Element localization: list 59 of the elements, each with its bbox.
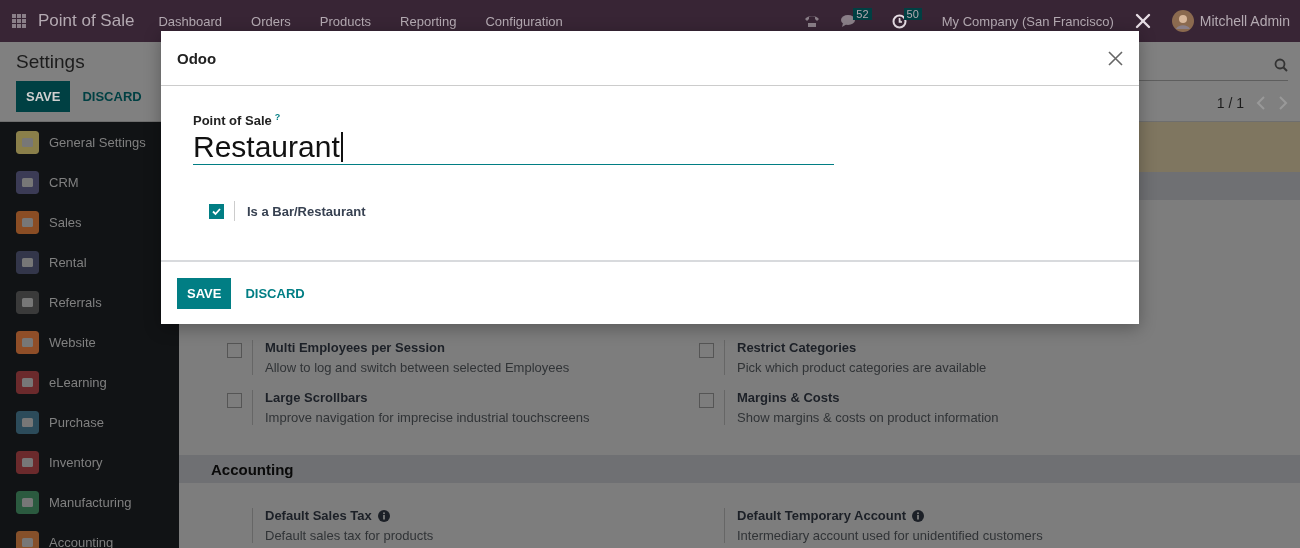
discard-button[interactable]: DISCARD (235, 278, 315, 309)
setting-description: Show margins & costs on product information (737, 410, 999, 425)
chat-icon[interactable] (840, 14, 857, 28)
menu-item[interactable]: Reporting (400, 13, 457, 29)
help-tooltip[interactable]: ? (274, 112, 281, 122)
sidebar-item[interactable]: Purchase (0, 402, 179, 442)
dialog-title: Odoo (177, 49, 217, 67)
clock-icon[interactable] (891, 13, 907, 29)
menu-item[interactable]: Dashboard (158, 13, 222, 29)
checkbox[interactable] (227, 343, 242, 358)
section-title: Accounting (211, 460, 294, 478)
menu-item[interactable]: Configuration (485, 13, 563, 29)
setting-description: Default sales tax for products (265, 528, 434, 543)
setting-title: Default Sales Tax (265, 508, 372, 523)
tools-icon[interactable] (1133, 12, 1152, 30)
setting-title: Margins & Costs (737, 390, 841, 405)
sidebar-item[interactable]: eLearning (0, 362, 179, 402)
page-title: Settings (16, 51, 86, 73)
sidebar-item[interactable]: CRM (0, 162, 179, 202)
sidebar-item[interactable]: Sales (0, 202, 179, 242)
field-label: Point of Sale (193, 113, 272, 129)
sidebar-item[interactable]: Rental (0, 242, 179, 282)
sidebar-item[interactable]: Website (0, 322, 179, 362)
setting-description: Allow to log and switch between selected Employees (265, 360, 570, 375)
app-grid-icon[interactable] (12, 14, 26, 28)
checkbox[interactable] (699, 393, 714, 408)
setting-title: Large Scrollbars (265, 390, 369, 405)
user-name[interactable]: Mitchell Admin (1199, 13, 1290, 29)
info-icon[interactable] (912, 509, 925, 522)
checkbox[interactable] (699, 343, 714, 358)
avatar[interactable] (1171, 10, 1194, 32)
checkbox[interactable] (227, 393, 242, 408)
setting-description: Intermediary account used for unidentified customers (737, 528, 1043, 543)
menu-item[interactable]: Orders (251, 13, 291, 29)
sidebar-item[interactable]: Manufacturing (0, 482, 179, 522)
setting-description: Improve navigation for imprecise industrial touchscreens (265, 410, 590, 425)
save-button[interactable]: SAVE (16, 81, 71, 112)
close-icon[interactable] (1108, 50, 1123, 66)
setting-title: Multi Employees per Session (265, 340, 446, 355)
setting-description: Pick which product categories are available (737, 360, 987, 375)
sidebar-item[interactable]: Inventory (0, 442, 179, 482)
checkbox-label: Is a Bar/Restaurant (247, 203, 366, 219)
app-name[interactable]: Point of Sale (38, 11, 135, 31)
name-input-field[interactable]: Restaurant (193, 130, 834, 166)
company-switcher[interactable]: My Company (San Francisco) (941, 13, 1114, 29)
activity-count-badge: 50 (903, 7, 922, 20)
phone-icon[interactable] (804, 14, 821, 28)
sidebar-item[interactable]: Referrals (0, 282, 179, 322)
setting-title: Default Temporary Account (737, 508, 907, 523)
save-button[interactable]: SAVE (177, 278, 232, 309)
setting-title: Restrict Categories (737, 340, 858, 355)
sidebar-item[interactable]: General Settings (0, 122, 179, 162)
search-icon[interactable] (1274, 58, 1288, 72)
pager-value: 1 / 1 (1216, 95, 1244, 111)
info-icon[interactable] (377, 509, 390, 522)
discard-button[interactable]: DISCARD (74, 81, 150, 112)
checkbox[interactable] (209, 203, 224, 219)
message-count-badge: 52 (853, 8, 872, 20)
menu-item[interactable]: Products (319, 13, 372, 29)
